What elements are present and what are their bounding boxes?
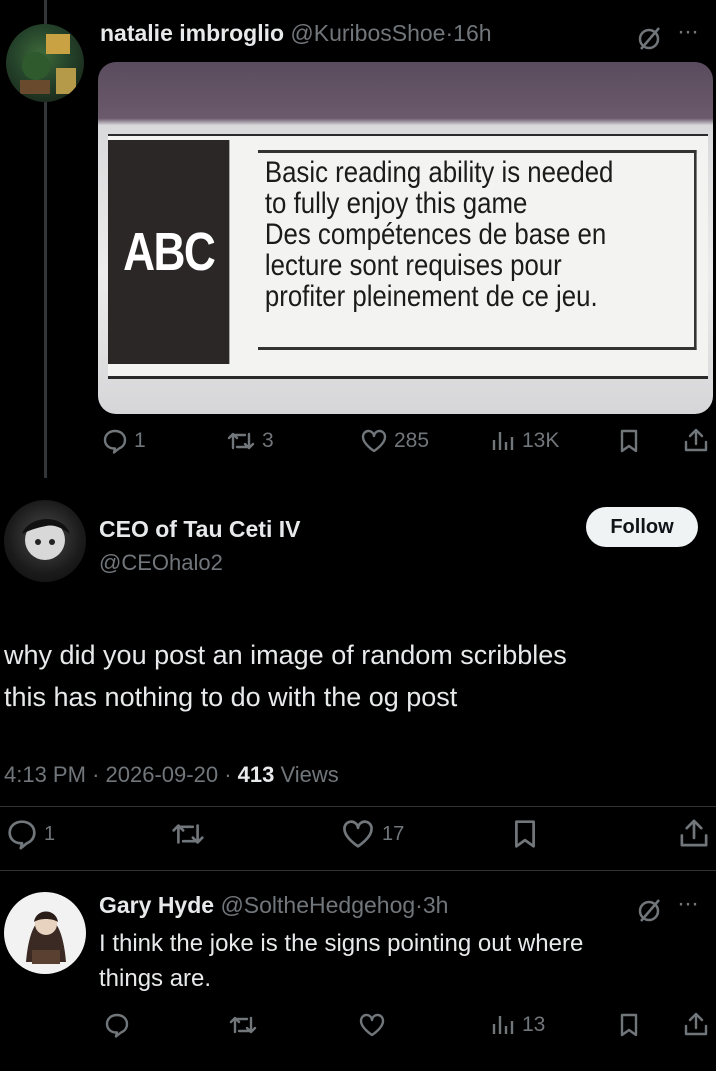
divider: [0, 870, 716, 871]
share-button[interactable]: [677, 816, 711, 850]
label-line: lecture sont requises pour: [264, 249, 562, 282]
views-count: 13K: [522, 429, 560, 452]
handle[interactable]: @CEOhalo2: [99, 550, 223, 576]
handle[interactable]: @SoltheHedgehog: [220, 892, 415, 918]
label-line: Basic reading ability is needed: [264, 156, 614, 189]
like-count: 17: [382, 822, 405, 845]
heart-icon: [340, 818, 376, 850]
bookmark-icon: [617, 428, 641, 454]
label-line: profiter pleinement de ce jeu.: [264, 280, 598, 313]
bookmark-button[interactable]: [617, 1012, 641, 1038]
like-count: 285: [394, 429, 430, 452]
reply-icon: [6, 818, 38, 850]
repost-button[interactable]: 3: [226, 428, 274, 454]
bookmark-button[interactable]: [510, 818, 540, 850]
repost-icon: [226, 428, 256, 454]
timestamp[interactable]: 16h: [453, 20, 491, 46]
tweet-meta: 4:13 PM · 2026-09-20 · 413 Views: [4, 762, 339, 788]
tweet-text-line: this has nothing to do with the og post: [4, 682, 458, 712]
views-count: 13: [522, 1013, 546, 1036]
label-line: Des compétences de base en: [264, 218, 607, 251]
repost-icon: [170, 818, 206, 850]
reply-icon: [102, 428, 128, 454]
repost-icon: [228, 1012, 258, 1038]
share-icon: [677, 816, 711, 850]
display-name[interactable]: Gary Hyde: [99, 892, 214, 918]
bookmark-button[interactable]: [617, 428, 641, 454]
bookmark-icon: [617, 1012, 641, 1038]
like-button[interactable]: [358, 1012, 386, 1038]
reply-button[interactable]: [104, 1012, 130, 1038]
tweet-text-line: why did you post an image of random scri…: [4, 640, 567, 670]
share-button[interactable]: [682, 1010, 710, 1038]
share-icon: [682, 426, 710, 454]
label-line: to fully enjoy this game: [264, 187, 528, 220]
avatar-ceo[interactable]: [4, 500, 86, 582]
tweet-text: why did you post an image of random scri…: [4, 634, 567, 718]
more-icon[interactable]: ···: [677, 18, 699, 46]
reply-button[interactable]: 1: [102, 428, 146, 454]
analytics-icon: [490, 1012, 516, 1038]
tweet-header: natalie imbroglio @KuribosShoe·16h: [100, 20, 492, 47]
views-count: 413: [237, 762, 275, 787]
post-date[interactable]: 2026-09-20: [106, 762, 219, 787]
repost-button[interactable]: [170, 818, 206, 850]
tweet-text-line: I think the joke is the signs pointing o…: [99, 930, 584, 957]
bookmark-icon: [510, 818, 540, 850]
reply-button[interactable]: 1: [6, 818, 55, 850]
divider: [0, 806, 716, 807]
analytics-icon: [490, 428, 516, 454]
heart-icon: [358, 1012, 386, 1038]
tweet-text: I think the joke is the signs pointing o…: [99, 926, 583, 996]
share-button[interactable]: [682, 426, 710, 454]
tweet-header: Gary Hyde @SoltheHedgehog·3h: [99, 892, 448, 919]
reply-icon: [104, 1012, 130, 1038]
repost-button[interactable]: [228, 1012, 258, 1038]
views-button[interactable]: 13: [490, 1012, 545, 1038]
views-button[interactable]: 13K: [490, 428, 559, 454]
separator: ·: [445, 20, 454, 46]
avatar-art-icon: [20, 34, 76, 94]
separator: ·: [224, 762, 232, 787]
avatar-art-icon: [22, 518, 70, 560]
avatar-art-icon: [26, 911, 66, 964]
display-name[interactable]: CEO of Tau Ceti IV: [99, 516, 300, 543]
label-text: Basic reading ability is needed to fully…: [258, 150, 697, 350]
follow-button[interactable]: Follow: [586, 507, 698, 547]
like-button[interactable]: 17: [340, 818, 404, 850]
grok-icon[interactable]: [636, 896, 664, 924]
like-button[interactable]: 285: [360, 428, 429, 454]
heart-icon: [360, 428, 388, 454]
abc-badge: ABC: [108, 140, 230, 364]
tweet-text-line: things are.: [99, 965, 212, 992]
reply-count: 1: [44, 822, 56, 845]
reply-count: 1: [134, 429, 146, 452]
avatar-gary[interactable]: [4, 892, 86, 974]
views-label: Views: [280, 762, 339, 787]
tweet-image[interactable]: ABC Basic reading ability is needed to f…: [98, 62, 713, 414]
timestamp[interactable]: 3h: [423, 892, 449, 918]
repost-count: 3: [262, 429, 274, 452]
grok-icon[interactable]: [636, 24, 664, 52]
display-name[interactable]: natalie imbroglio: [100, 20, 284, 46]
handle[interactable]: @KuribosShoe: [290, 20, 445, 46]
share-icon: [682, 1010, 710, 1038]
rating-label: ABC Basic reading ability is needed to f…: [108, 134, 708, 379]
separator: ·: [92, 762, 100, 787]
more-icon[interactable]: ···: [677, 890, 699, 918]
post-time[interactable]: 4:13 PM: [4, 762, 86, 787]
avatar-natalie[interactable]: [6, 24, 84, 102]
separator: ·: [415, 892, 423, 918]
